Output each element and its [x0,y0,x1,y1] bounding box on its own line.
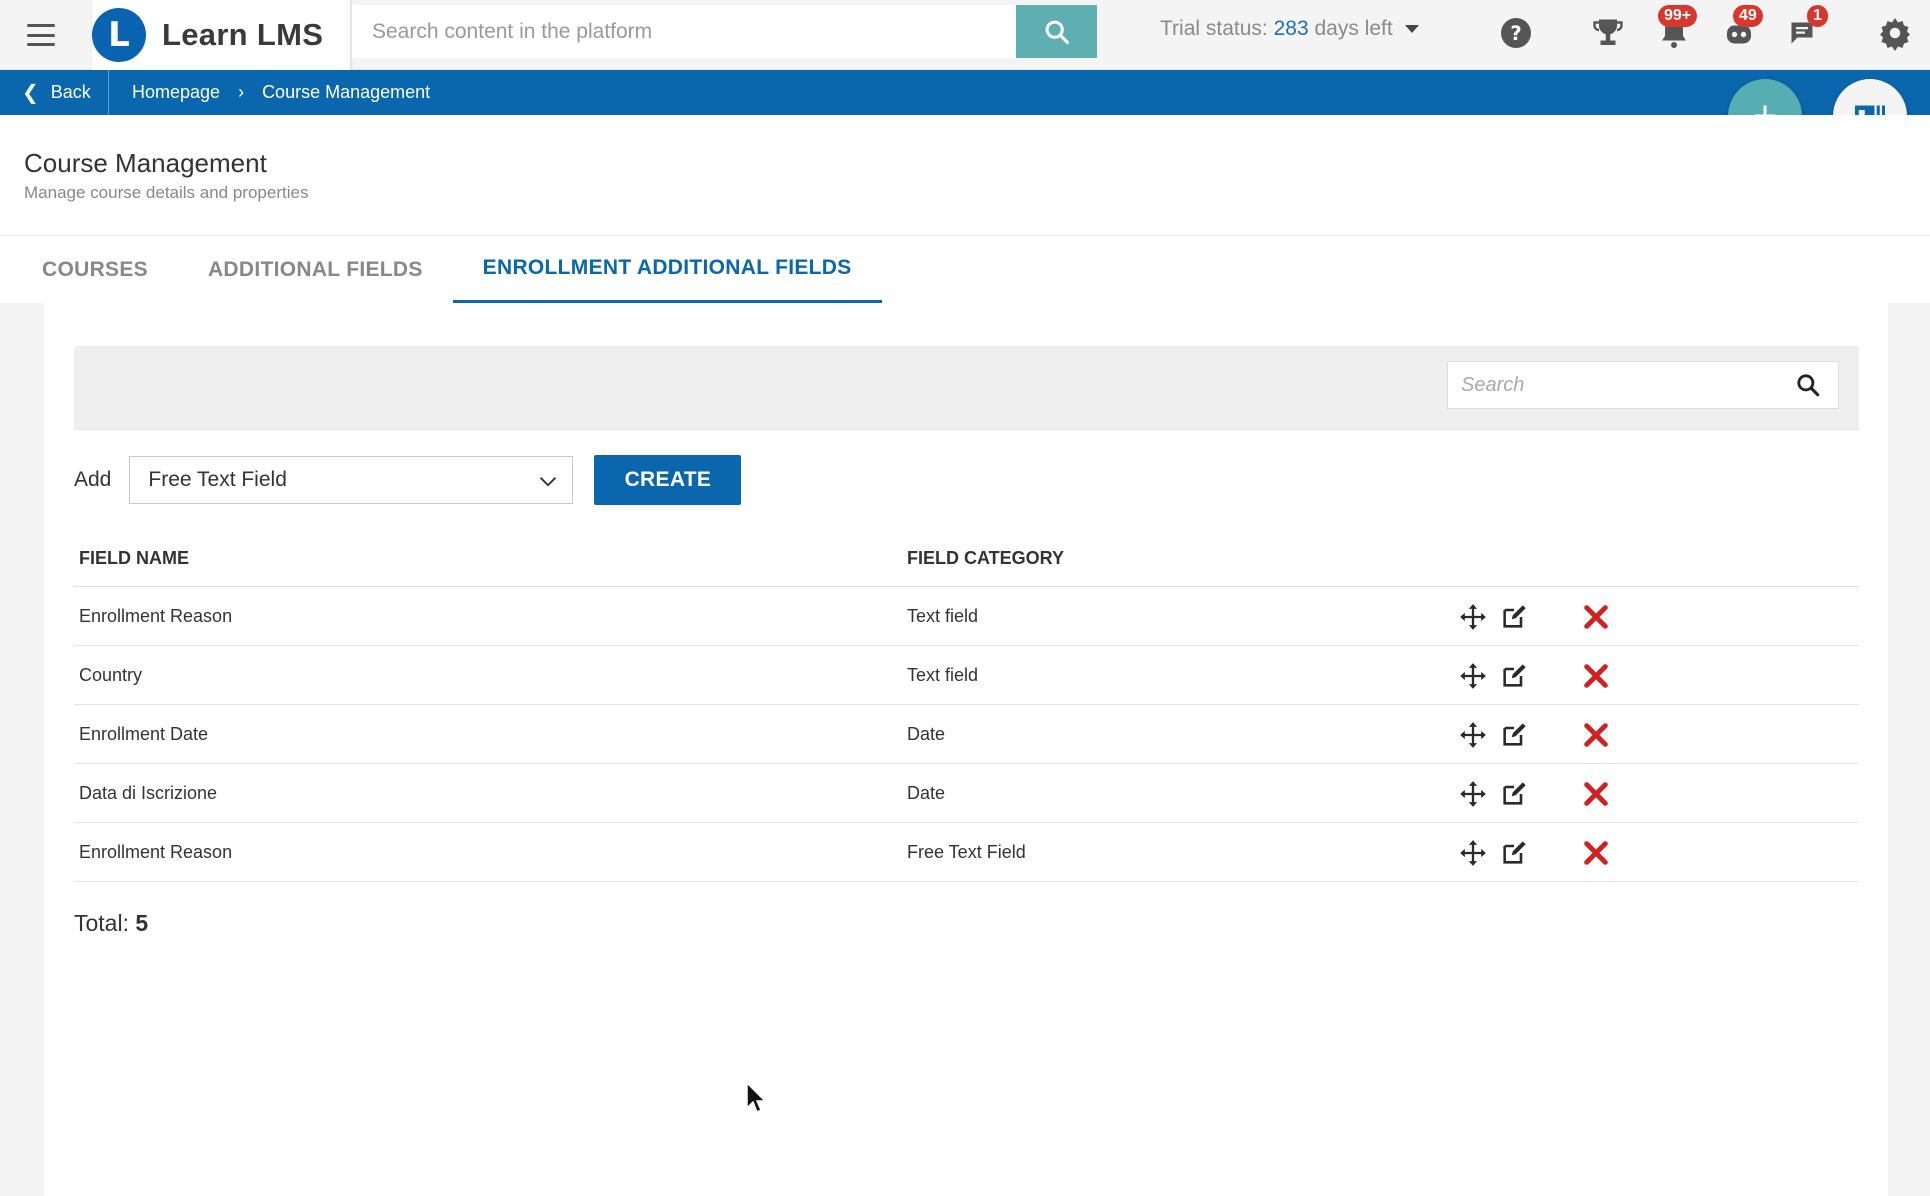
table-row: Country Text field [74,646,1859,705]
brand[interactable]: L Learn LMS [92,0,350,70]
move-icon[interactable] [1459,780,1487,808]
chat-badge: 1 [1807,5,1828,27]
table-header: FIELD NAME FIELD CATEGORY [74,531,1859,587]
add-label: Add [74,468,111,492]
tab-additional-fields[interactable]: ADDITIONAL FIELDS [178,236,453,304]
page-header: Course Management Manage course details … [0,115,1930,235]
field-name-cell: Country [74,665,907,686]
breadcrumb-homepage[interactable]: Homepage [132,82,220,103]
edit-icon[interactable] [1500,662,1528,690]
content-panel: Add Free Text Field CREATE FIELD NAME FI… [44,303,1888,1196]
fields-table: FIELD NAME FIELD CATEGORY Enrollment Rea… [74,531,1859,882]
bot-icon[interactable]: 49 [1721,15,1757,51]
mouse-cursor-icon [745,1081,767,1115]
table-row: Enrollment Reason Text field [74,587,1859,646]
move-icon[interactable] [1459,603,1487,631]
field-type-selected: Free Text Field [148,468,287,492]
delete-icon[interactable] [1582,721,1610,749]
search-icon[interactable] [1795,372,1821,398]
move-icon[interactable] [1459,662,1487,690]
trial-prefix: Trial status: [1160,17,1268,40]
fields-search-input[interactable] [1447,361,1839,409]
back-button[interactable]: ❮ Back [22,70,91,115]
trial-status[interactable]: Trial status: 283 days left [1160,17,1419,41]
caret-down-icon [1405,25,1419,33]
page-subtitle: Manage course details and properties [24,183,308,203]
edit-icon[interactable] [1500,780,1528,808]
move-icon[interactable] [1459,721,1487,749]
table-row: Enrollment Date Date [74,705,1859,764]
create-button[interactable]: CREATE [594,455,741,505]
table-row: Data di Iscrizione Date [74,764,1859,823]
field-name-cell: Data di Iscrizione [74,783,907,804]
top-bar: L Learn LMS Trial status: 283 days left … [0,0,1930,70]
bell-icon[interactable]: 99+ [1656,15,1692,51]
column-field-name[interactable]: FIELD NAME [74,548,907,569]
row-actions [1459,646,1610,705]
page-title: Course Management [24,148,267,179]
column-field-category[interactable]: FIELD CATEGORY [907,548,1507,569]
delete-icon[interactable] [1582,603,1610,631]
breadcrumb-bar: ❮ Back Homepage › Course Management [0,70,1930,115]
chevron-down-icon [538,471,558,491]
field-name-cell: Enrollment Date [74,724,907,745]
divider [108,70,109,115]
table-row: Enrollment Reason Free Text Field [74,823,1859,882]
add-field-row: Add Free Text Field CREATE [74,455,741,505]
tab-enrollment-additional-fields[interactable]: ENROLLMENT ADDITIONAL FIELDS [453,236,882,304]
edit-icon[interactable] [1500,721,1528,749]
gear-icon[interactable] [1877,15,1913,51]
delete-icon[interactable] [1582,839,1610,867]
filter-bar [74,346,1859,430]
tab-courses[interactable]: COURSES [0,236,178,304]
help-icon[interactable]: ? [1498,15,1534,51]
row-actions [1459,764,1610,823]
table-body: Enrollment Reason Text field Country Tex… [74,587,1859,882]
notifications-badge: 99+ [1658,5,1697,27]
total-value: 5 [135,910,148,936]
chevron-left-icon: ❮ [22,80,39,105]
tab-bar: COURSES ADDITIONAL FIELDS ENROLLMENT ADD… [0,235,1930,303]
field-category-cell: Free Text Field [907,842,1507,863]
total-label: Total: [74,910,129,936]
field-category-cell: Text field [907,665,1507,686]
edit-icon[interactable] [1500,603,1528,631]
search-icon [1043,18,1071,46]
field-type-select[interactable]: Free Text Field [129,456,573,504]
edit-icon[interactable] [1500,839,1528,867]
trophy-icon[interactable] [1590,15,1626,51]
trial-days: 283 [1274,17,1309,40]
field-name-cell: Enrollment Reason [74,842,907,863]
breadcrumb-course-management[interactable]: Course Management [262,82,430,103]
breadcrumb: Homepage › Course Management [132,70,430,115]
back-label: Back [51,82,91,103]
platform-search-input[interactable] [352,5,1017,58]
field-category-cell: Date [907,724,1507,745]
svg-text:?: ? [1510,22,1521,45]
delete-icon[interactable] [1582,662,1610,690]
row-actions [1459,705,1610,764]
total-count: Total: 5 [74,910,148,937]
platform-search-button[interactable] [1016,5,1097,58]
field-name-cell: Enrollment Reason [74,606,907,627]
app-name: Learn LMS [162,17,323,53]
menu-icon[interactable] [22,20,60,50]
row-actions [1459,587,1610,646]
row-actions [1459,823,1610,882]
field-category-cell: Text field [907,606,1507,627]
trial-suffix: days left [1314,17,1392,40]
chat-icon[interactable]: 1 [1787,15,1823,51]
bot-badge: 49 [1733,5,1763,27]
delete-icon[interactable] [1582,780,1610,808]
chevron-right-icon: › [238,82,244,103]
field-category-cell: Date [907,783,1507,804]
move-icon[interactable] [1459,839,1487,867]
logo-icon: L [92,8,146,62]
